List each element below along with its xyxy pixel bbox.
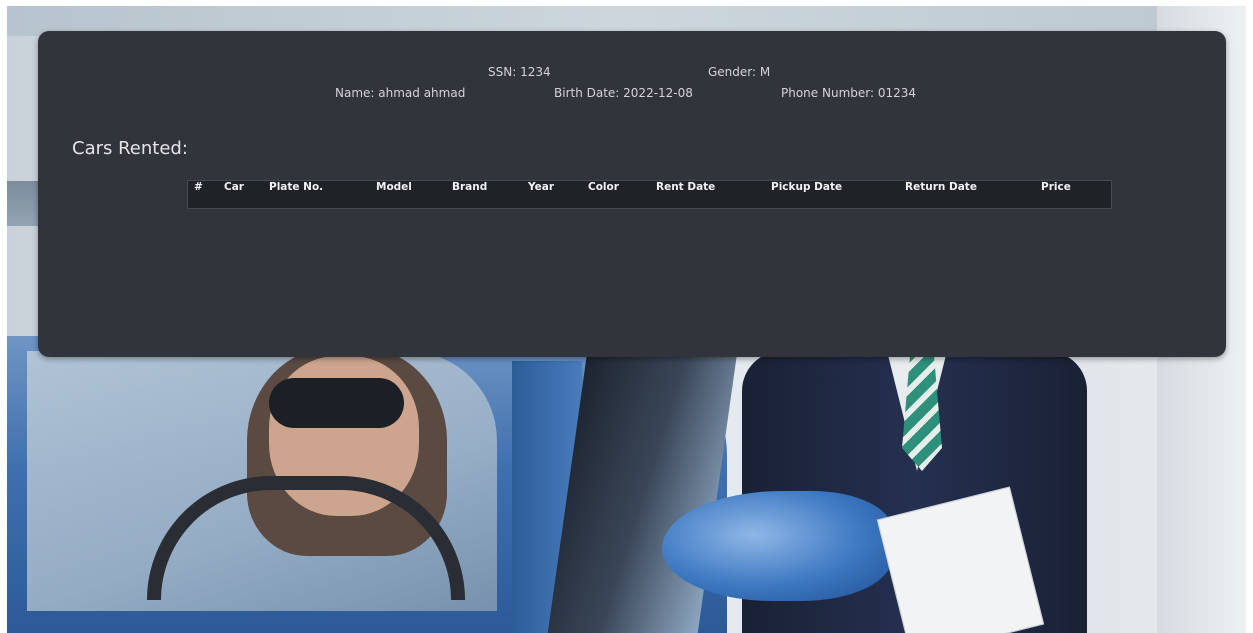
cars-rented-title: Cars Rented: [72, 138, 188, 159]
column-header-brand[interactable]: Brand [446, 181, 522, 193]
column-header-model[interactable]: Model [370, 181, 446, 193]
column-header-price[interactable]: Price [1035, 181, 1111, 193]
customer-ssn: SSN: 1234 [488, 65, 551, 79]
customer-gender: Gender: M [708, 65, 771, 79]
customer-panel: SSN: 1234 Gender: M Name: ahmad ahmad Bi… [38, 31, 1226, 357]
column-header-plate-no[interactable]: Plate No. [263, 181, 370, 193]
column-header-car[interactable]: Car [218, 181, 263, 193]
rentals-table: # Car Plate No. Model Brand Year Color R… [187, 180, 1112, 209]
customer-birth-date: Birth Date: 2022-12-08 [554, 86, 693, 100]
column-header-year[interactable]: Year [522, 181, 582, 193]
rentals-table-grid: # Car Plate No. Model Brand Year Color R… [188, 181, 1111, 208]
column-header-return-date[interactable]: Return Date [899, 181, 1035, 193]
page: SSN: 1234 Gender: M Name: ahmad ahmad Bi… [0, 0, 1253, 633]
column-header-rent-date[interactable]: Rent Date [650, 181, 765, 193]
customer-name: Name: ahmad ahmad [335, 86, 466, 100]
driver-sunglasses-image [269, 378, 404, 428]
customer-phone: Phone Number: 01234 [781, 86, 917, 100]
car-mirror-image [662, 491, 892, 601]
rentals-table-body [188, 193, 1111, 208]
column-header-index[interactable]: # [188, 181, 218, 193]
column-header-color[interactable]: Color [582, 181, 650, 193]
table-header-row: # Car Plate No. Model Brand Year Color R… [188, 181, 1111, 193]
column-header-pickup-date[interactable]: Pickup Date [765, 181, 899, 193]
